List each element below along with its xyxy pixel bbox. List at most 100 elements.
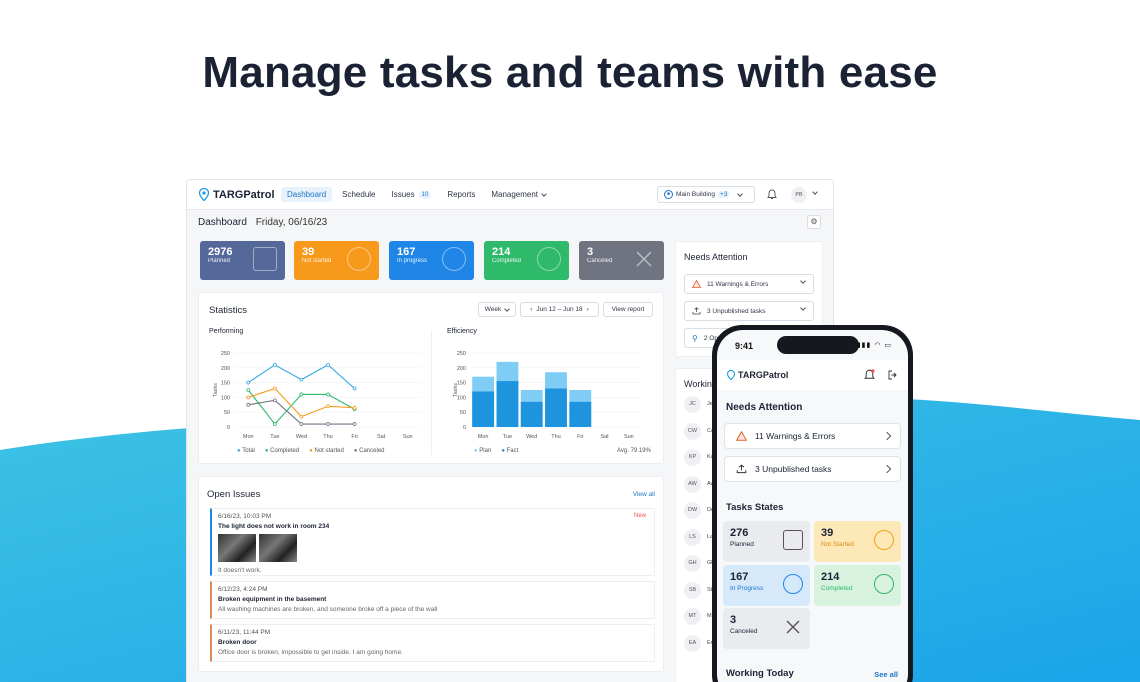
issue-time: 6/16/23, 10:03 PM <box>218 513 272 520</box>
y-tick-label: 250 <box>457 351 466 357</box>
issue-time: 6/11/23, 11:44 PM <box>218 629 271 636</box>
y-axis-label: Tasks <box>213 383 219 397</box>
nav-dashboard[interactable]: Dashboard <box>281 187 333 202</box>
y-tick-label: 100 <box>221 395 230 401</box>
efficiency-legend: ● Plan ● Fact <box>474 448 518 454</box>
phone-tile-planned[interactable]: 276 Planned <box>723 521 810 562</box>
building-selector[interactable]: Main Building +3 <box>657 186 755 203</box>
building-icon <box>664 190 673 199</box>
x-tick-label: Mon <box>478 434 489 440</box>
data-point <box>246 395 251 400</box>
nav-schedule-label: Schedule <box>342 190 376 199</box>
page-title: Dashboard Friday, 06/16/23 <box>198 217 327 228</box>
unpublished-row[interactable]: 3 Unpublished tasks <box>684 301 814 321</box>
efficiency-bar-chart: Tasks050100150200250Mon Tue Wed Thu Fri Sat Su… <box>453 351 641 440</box>
view-report-button[interactable]: View report <box>603 302 653 317</box>
avatar[interactable]: DW <box>684 502 701 519</box>
issue-photo[interactable] <box>218 534 256 562</box>
phone-warnings-label: 11 Warnings & Errors <box>755 431 836 441</box>
data-point <box>352 386 357 391</box>
chevron-left-icon[interactable]: ‹ <box>530 306 532 313</box>
see-all-link[interactable]: See all <box>874 670 898 679</box>
avatar[interactable]: GH <box>684 555 701 572</box>
period-select[interactable]: Week <box>478 302 516 317</box>
data-point <box>299 377 304 382</box>
avatar[interactable]: AW <box>684 475 701 493</box>
chevron-right-icon[interactable]: › <box>587 306 589 313</box>
data-point <box>272 398 277 403</box>
y-tick-label: 50 <box>224 410 230 416</box>
nav-management[interactable]: Management <box>485 187 552 202</box>
issue-item[interactable]: 6/11/23, 11:44 PM Broken door Office doo… <box>210 624 655 662</box>
stat-card-planned[interactable]: 2976 Planned <box>200 241 285 280</box>
phone-tile-in-progress[interactable]: 167 In Progress <box>723 565 810 606</box>
logout-icon[interactable] <box>888 370 898 380</box>
avatar[interactable]: LS <box>684 528 701 546</box>
performing-legend: ● Total ● Completed ● Not started ● Canc… <box>237 448 385 454</box>
nav-reports[interactable]: Reports <box>441 187 481 202</box>
issue-title: Broken door <box>218 639 257 646</box>
phone-warnings-row[interactable]: 11 Warnings & Errors <box>724 423 901 449</box>
issue-item[interactable]: 6/12/23, 4:24 PM Broken equipment in the… <box>210 581 655 619</box>
nav-tabs: Dashboard Schedule Issues 10 Reports Mana… <box>281 187 552 202</box>
issue-photo[interactable] <box>259 534 297 562</box>
phone-tasks-states-title: Tasks States <box>726 502 784 513</box>
chevron-down-icon <box>737 190 744 197</box>
phone-unpublished-row[interactable]: 3 Unpublished tasks <box>724 456 901 482</box>
issue-description: All washing machines are broken, and som… <box>218 606 438 613</box>
phone-tile-completed[interactable]: 214 Completed <box>814 565 901 606</box>
nav-schedule[interactable]: Schedule <box>336 187 381 202</box>
y-tick-label: 250 <box>221 351 230 357</box>
bar <box>496 381 519 427</box>
average-label: Avg. 79.19% <box>617 448 651 454</box>
upload-icon <box>736 464 747 474</box>
phone-tile-canceled[interactable]: 3 Canceled <box>723 608 810 649</box>
view-all-link[interactable]: View all <box>633 491 655 498</box>
alert-circle-icon <box>347 247 371 271</box>
phone-brand-logo[interactable]: TARGPatrol <box>727 370 788 380</box>
phone-tile-not-started[interactable]: 39 Not Started <box>814 521 901 562</box>
nav-issues[interactable]: Issues 10 <box>386 187 438 202</box>
nav-management-label: Management <box>491 190 539 199</box>
phone-brand-name: TARGPatrol <box>738 370 789 380</box>
signal-battery-icon: ▮▮▮ ◠ ▭ <box>856 342 892 349</box>
avatar[interactable]: MT <box>684 608 701 625</box>
issue-description: Office door is broken, impossible to get… <box>218 649 403 656</box>
nav-reports-label: Reports <box>447 190 476 199</box>
warning-icon <box>692 280 701 288</box>
hero-title: Manage tasks and teams with ease <box>202 48 938 97</box>
issue-item[interactable]: 6/16/23, 10:03 PM New The light does not… <box>210 508 655 576</box>
nav-dashboard-label: Dashboard <box>287 190 327 199</box>
building-extra-count: +3 <box>718 191 730 198</box>
stat-card-canceled[interactable]: 3 Canceled <box>579 241 664 280</box>
top-navigation: TARGPatrol Dashboard Schedule Issues 10 R… <box>187 180 833 210</box>
avatar[interactable]: EA <box>684 634 701 652</box>
gear-icon[interactable]: ⚙ <box>807 215 821 229</box>
avatar[interactable]: JC <box>684 396 701 413</box>
phone-needs-attention-title: Needs Attention <box>726 402 803 413</box>
stat-card-not-started[interactable]: 39 Not started <box>294 241 379 280</box>
warnings-row[interactable]: 11 Warnings & Errors <box>684 274 814 294</box>
user-avatar[interactable]: PB <box>791 187 807 203</box>
chevron-down-icon <box>800 278 806 284</box>
phone-working-today-title: Working Today <box>726 668 794 679</box>
stat-card-completed[interactable]: 214 Completed <box>484 241 569 280</box>
brand-logo[interactable]: TARGPatrol <box>199 188 275 201</box>
bell-icon[interactable] <box>864 369 875 381</box>
stat-card-in-progress[interactable]: 167 In progress <box>389 241 474 280</box>
close-icon <box>783 617 803 637</box>
issue-time: 6/12/23, 4:24 PM <box>218 586 268 593</box>
phone-unpublished-label: 3 Unpublished tasks <box>755 464 832 474</box>
chevron-down-icon[interactable] <box>812 189 818 195</box>
phone-screen: 9:41 ▮▮▮ ◠ ▭ TARGPatrol Needs Attention … <box>717 330 908 682</box>
avatar[interactable]: SB <box>684 581 701 599</box>
x-tick-label: Mon <box>243 434 254 440</box>
date-range-picker[interactable]: ‹ Jun 12 – Jun 18 › <box>520 302 599 317</box>
bell-icon[interactable] <box>767 189 777 200</box>
avatar[interactable]: CW <box>684 422 701 440</box>
data-point <box>326 422 330 426</box>
avatar[interactable]: KP <box>684 449 701 466</box>
y-tick-label: 0 <box>227 425 230 431</box>
issue-title: The light does not work in room 234 <box>218 523 330 530</box>
open-issues-title: Open Issues <box>207 489 261 500</box>
